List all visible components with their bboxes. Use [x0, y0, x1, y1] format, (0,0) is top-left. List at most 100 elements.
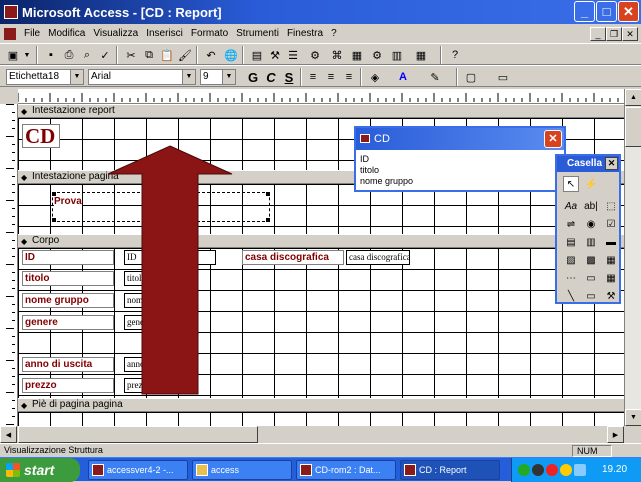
checkbox-icon[interactable]: ☑ — [603, 216, 619, 232]
scroll-up-icon[interactable]: ▲ — [625, 89, 641, 106]
clock[interactable]: 19.20 — [602, 464, 627, 475]
size-combo[interactable]: 9 ▼ — [200, 69, 236, 85]
menu-file[interactable]: File — [20, 28, 44, 39]
build-icon[interactable]: ⚙ — [368, 46, 386, 64]
resize-handle[interactable] — [266, 192, 270, 196]
field-list-icon[interactable]: ▤ — [248, 46, 266, 64]
align-left-icon[interactable]: ≡ — [304, 68, 322, 86]
italic-button[interactable]: C — [262, 68, 280, 86]
control-wizards-icon[interactable]: ⚡ — [583, 176, 599, 192]
unbound-object-icon[interactable]: ▩ — [583, 252, 599, 268]
properties-icon[interactable]: ▦ — [348, 46, 366, 64]
label-titolo[interactable]: titolo — [22, 271, 114, 286]
task-accessver[interactable]: accessver4-2 -... — [88, 460, 188, 480]
scroll-right-icon[interactable]: ▶ — [607, 426, 624, 443]
menu-strumenti[interactable]: Strumenti — [232, 28, 283, 39]
line-color-icon[interactable]: ✎ — [426, 68, 444, 86]
help-icon[interactable]: ? — [446, 46, 464, 64]
menu-finestra[interactable]: Finestra — [283, 28, 327, 39]
close-icon[interactable]: ✕ — [605, 157, 618, 170]
database-window-icon[interactable]: ▥ — [388, 46, 406, 64]
tab-control-icon[interactable]: ▭ — [583, 270, 599, 286]
scroll-down-icon[interactable]: ▼ — [625, 409, 641, 426]
option-button-icon[interactable]: ◉ — [583, 216, 599, 232]
menu-help[interactable]: ? — [327, 28, 341, 39]
field-list-titlebar[interactable]: CD ✕ — [356, 128, 564, 150]
resize-handle[interactable] — [266, 218, 270, 222]
mdi-restore-button[interactable]: ❐ — [606, 27, 622, 41]
label-tool-icon[interactable]: Aa — [563, 198, 579, 214]
horizontal-scrollbar[interactable]: ◀ ▶ — [0, 426, 624, 443]
toolbox-window[interactable]: Casella ✕ ↖ ⚡ Aa ab| ⬚ ⇌ ◉ ☑ ▤ ▥ ▬ ▨ ▩ ▦… — [555, 154, 621, 304]
resize-handle[interactable] — [52, 218, 56, 222]
option-group-icon[interactable]: ⬚ — [603, 198, 619, 214]
toolbox-icon[interactable]: ⚒ — [266, 46, 284, 64]
label-prezzo[interactable]: prezzo — [22, 378, 114, 393]
copy-icon[interactable]: ⧉ — [140, 46, 158, 64]
field-list-item[interactable]: titolo — [356, 165, 564, 176]
prova-label[interactable]: Prova — [54, 196, 82, 207]
label-casa-discografica[interactable]: casa discografica — [242, 250, 344, 265]
bound-object-icon[interactable]: ▦ — [603, 252, 619, 268]
label-id[interactable]: ID — [22, 250, 114, 265]
section-page-footer[interactable]: ◆ Piè di pagina pagina — [18, 398, 624, 412]
label-genere[interactable]: genere — [22, 315, 114, 330]
tray-icon[interactable] — [546, 464, 558, 476]
task-access[interactable]: access — [192, 460, 292, 480]
textbox-tool-icon[interactable]: ab| — [583, 198, 599, 214]
toolbox-titlebar[interactable]: Casella ✕ — [557, 156, 619, 172]
access-key-icon[interactable] — [4, 5, 18, 19]
font-color-icon[interactable]: A — [394, 68, 412, 86]
combo-box-icon[interactable]: ▤ — [563, 234, 579, 250]
scroll-thumb[interactable] — [625, 107, 641, 147]
vertical-scrollbar[interactable]: ▲ ▼ — [624, 89, 641, 426]
start-button[interactable]: start — [0, 458, 80, 482]
hyperlink-icon[interactable]: 🌐 — [222, 46, 240, 64]
save-icon[interactable]: ▪ — [42, 46, 60, 64]
page-break-icon[interactable]: ⋯ — [563, 270, 579, 286]
volume-icon[interactable] — [574, 464, 586, 476]
mdi-minimize-button[interactable]: _ — [590, 27, 606, 41]
format-painter-icon[interactable]: 🖌 — [176, 46, 194, 64]
field-list-window[interactable]: CD ✕ ID titolo nome gruppo — [354, 126, 566, 192]
special-effect-icon[interactable]: ▭ — [494, 68, 512, 86]
hscroll-thumb[interactable] — [18, 426, 258, 443]
command-button-icon[interactable]: ▬ — [603, 234, 619, 250]
chevron-down-icon[interactable]: ▼ — [222, 70, 235, 84]
new-object-icon[interactable]: ▦ — [412, 46, 430, 64]
scroll-left-icon[interactable]: ◀ — [0, 426, 17, 443]
list-box-icon[interactable]: ▥ — [583, 234, 599, 250]
tray-icon[interactable] — [560, 464, 572, 476]
view-dropdown-icon[interactable]: ▼ — [22, 46, 32, 64]
menu-inserisci[interactable]: Inserisci — [142, 28, 187, 39]
chevron-down-icon[interactable]: ▼ — [70, 70, 83, 84]
underline-button[interactable]: S — [280, 68, 298, 86]
toggle-button-icon[interactable]: ⇌ — [563, 216, 579, 232]
image-icon[interactable]: ▨ — [563, 252, 579, 268]
sorting-grouping-icon[interactable]: ☰ — [284, 46, 302, 64]
cut-icon[interactable]: ✂ — [122, 46, 140, 64]
fill-color-icon[interactable]: ◈ — [366, 68, 384, 86]
tray-icon[interactable] — [518, 464, 530, 476]
menu-visualizza[interactable]: Visualizza — [89, 28, 142, 39]
align-center-icon[interactable]: ≡ — [322, 68, 340, 86]
code-icon[interactable]: ⌘ — [328, 46, 346, 64]
font-combo[interactable]: Arial ▼ — [88, 69, 196, 85]
chevron-down-icon[interactable]: ▼ — [182, 70, 195, 84]
print-preview-icon[interactable]: ⌕ — [78, 46, 96, 64]
section-report-header[interactable]: ◆ Intestazione report — [18, 104, 624, 118]
field-list-item[interactable]: ID — [356, 154, 564, 165]
undo-icon[interactable]: ↶ — [202, 46, 220, 64]
print-icon[interactable]: ⎙ — [60, 46, 78, 64]
field-casa-discografica[interactable]: casa discografica — [346, 250, 410, 265]
object-combo[interactable]: Etichetta18 ▼ — [6, 69, 84, 85]
menu-formato[interactable]: Formato — [187, 28, 232, 39]
align-right-icon[interactable]: ≡ — [340, 68, 358, 86]
field-list-item[interactable]: nome gruppo — [356, 176, 564, 187]
bold-button[interactable]: G — [244, 68, 262, 86]
minimize-button[interactable]: _ — [574, 1, 595, 22]
line-icon[interactable]: ╲ — [563, 288, 579, 304]
label-anno-di-uscita[interactable]: anno di uscita — [22, 357, 114, 372]
maximize-button[interactable]: □ — [596, 1, 617, 22]
mdi-close-button[interactable]: ✕ — [622, 27, 638, 41]
